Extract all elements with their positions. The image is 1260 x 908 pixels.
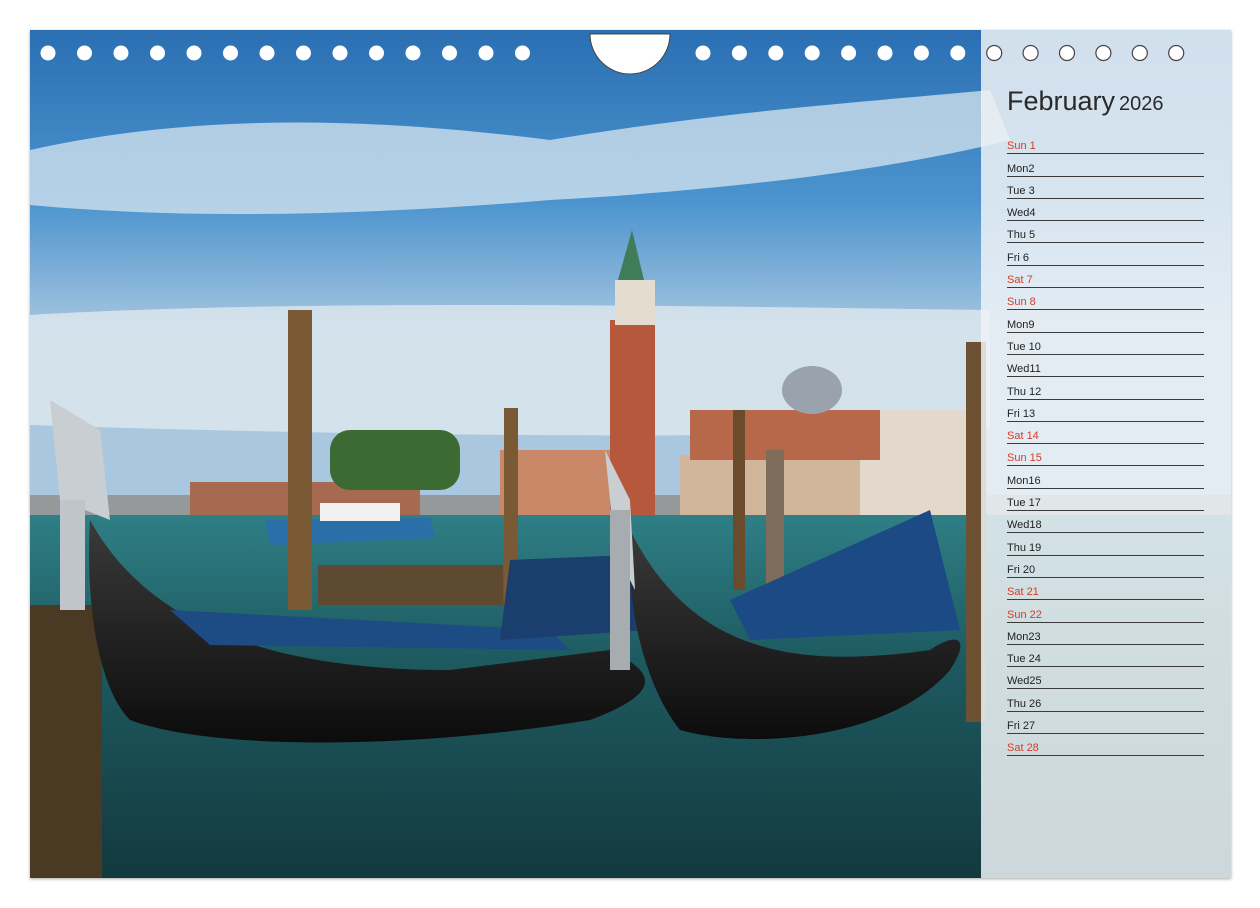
day-row: Mon9 xyxy=(1007,310,1204,333)
day-row: Tue 24 xyxy=(1007,645,1204,668)
day-row: Fri 27 xyxy=(1007,712,1204,735)
day-row: Tue 10 xyxy=(1007,333,1204,355)
day-row: Mon23 xyxy=(1007,623,1204,645)
day-row: Mon2 xyxy=(1007,154,1204,177)
day-row: Sat 7 xyxy=(1007,266,1204,289)
month-name: February xyxy=(1007,86,1116,116)
day-row: Sat 14 xyxy=(1007,422,1204,445)
day-row: Wed18 xyxy=(1007,511,1204,534)
day-row: Sun 15 xyxy=(1007,444,1204,467)
day-row: Sun 1 xyxy=(1007,132,1204,155)
day-row: Fri 13 xyxy=(1007,400,1204,422)
day-row: Thu 19 xyxy=(1007,533,1204,556)
calendar-panel: February 2026 Sun 1 Mon2 Tue 3 Wed4 Thu 5 Fri … xyxy=(981,30,1231,878)
year-label: 2026 xyxy=(1119,93,1164,115)
day-row: Sat 28 xyxy=(1007,734,1204,757)
day-row: Tue 17 xyxy=(1007,489,1204,512)
day-row: Fri 20 xyxy=(1007,556,1204,578)
calendar-page: February 2026 Sun 1 Mon2 Tue 3 Wed4 Thu 5 Fri … xyxy=(30,30,1231,878)
day-row: Sun 22 xyxy=(1007,600,1204,623)
day-row: Wed11 xyxy=(1007,355,1204,378)
day-row: Wed25 xyxy=(1007,667,1204,690)
day-row: Sun 8 xyxy=(1007,288,1204,311)
day-row: Thu 26 xyxy=(1007,689,1204,712)
month-title: February 2026 xyxy=(1007,86,1164,117)
day-row: Sat 21 xyxy=(1007,578,1204,601)
day-row: Tue 3 xyxy=(1007,177,1204,199)
day-row: Thu 12 xyxy=(1007,377,1204,400)
day-list: Sun 1 Mon2 Tue 3 Wed4 Thu 5 Fri 6 Sat 7 Sun 8 Mo… xyxy=(1007,132,1204,757)
day-row: Wed4 xyxy=(1007,199,1204,222)
day-row: Mon16 xyxy=(1007,466,1204,489)
day-row: Thu 5 xyxy=(1007,221,1204,244)
day-row: Fri 6 xyxy=(1007,243,1204,266)
